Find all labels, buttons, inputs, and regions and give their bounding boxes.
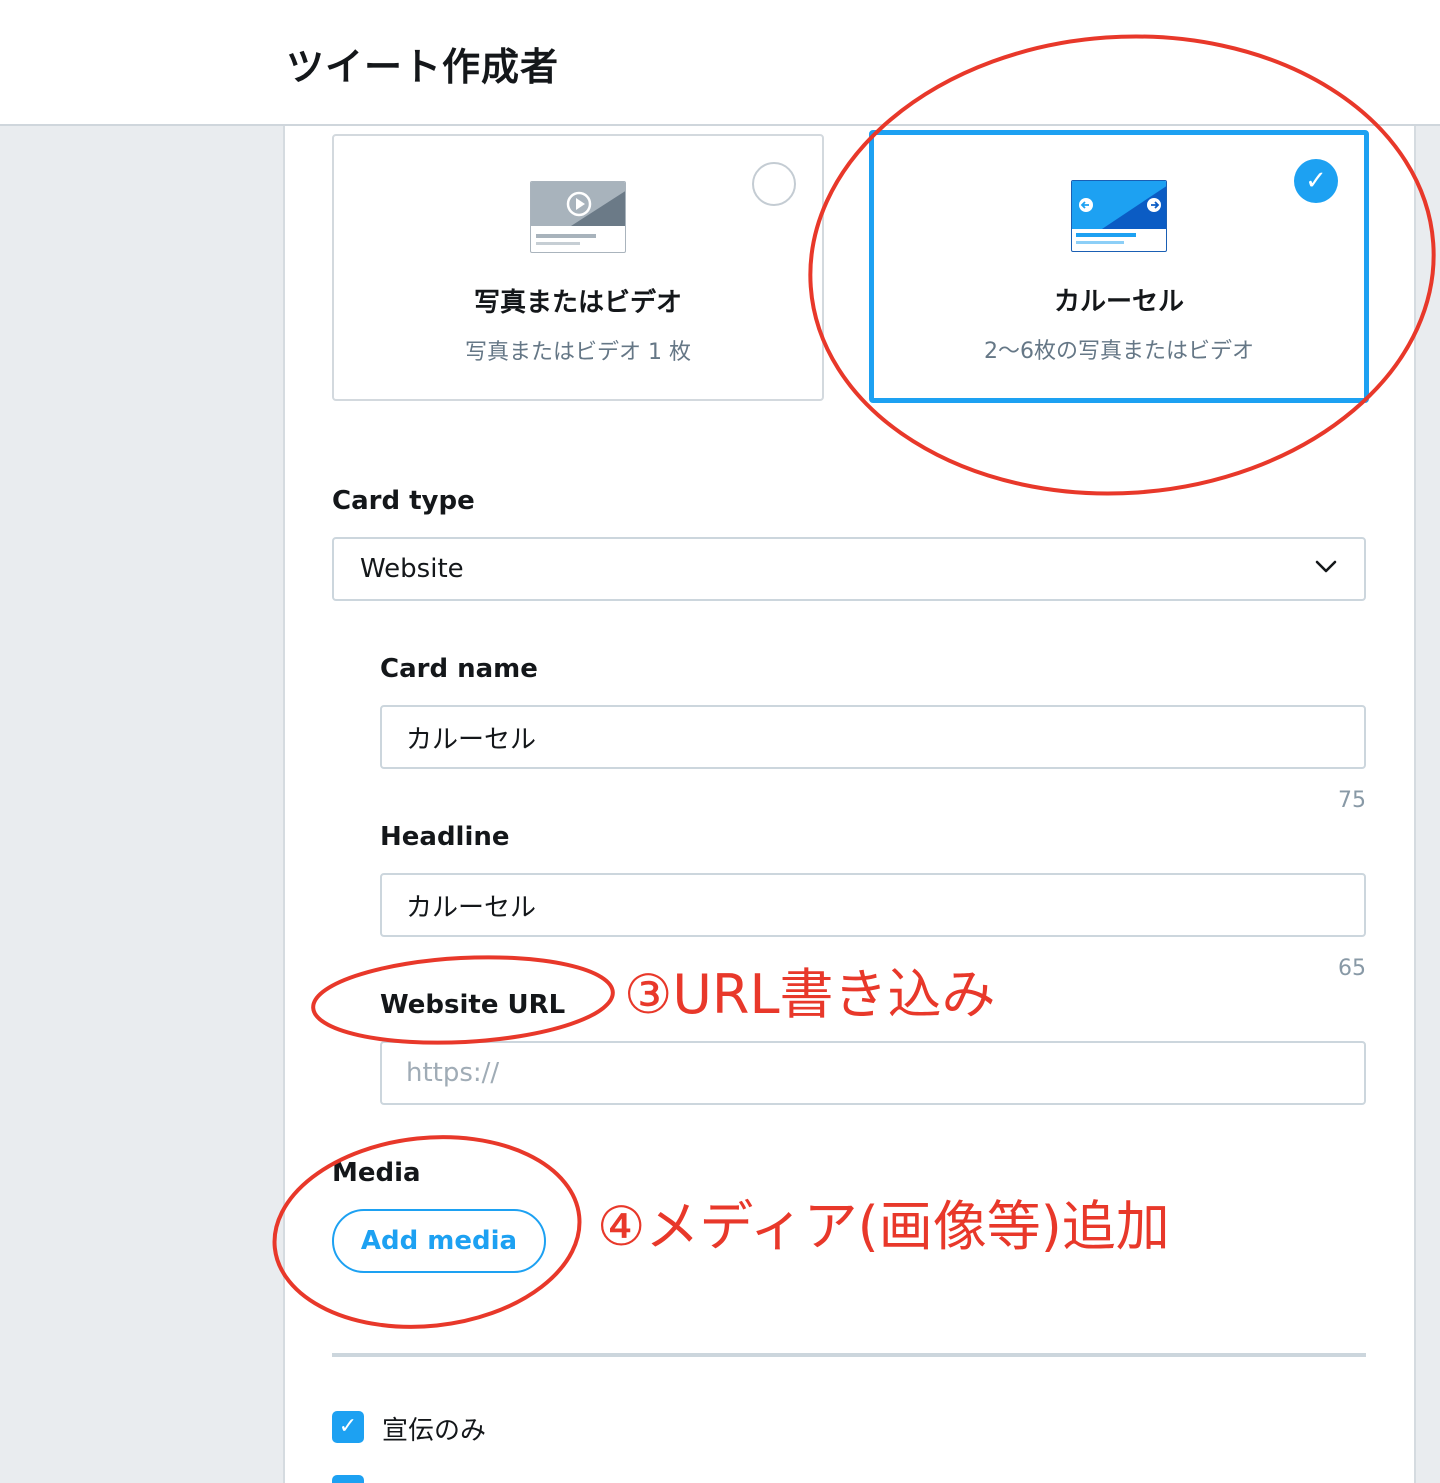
- card-name-input[interactable]: [380, 705, 1366, 769]
- next-option-checkbox[interactable]: [332, 1475, 364, 1483]
- format-subtitle: 写真またはビデオ 1 枚: [465, 340, 691, 365]
- photo-video-thumbnail-icon: [530, 181, 626, 253]
- promoted-only-label: 宣伝のみ: [382, 1416, 487, 1446]
- card-name-label: Card name: [380, 654, 538, 684]
- radio-selected-check-icon[interactable]: ✓: [1294, 159, 1338, 203]
- website-url-label: Website URL: [380, 990, 566, 1020]
- format-option-photo-video[interactable]: 写真またはビデオ 写真またはビデオ 1 枚: [332, 134, 824, 401]
- annotation-step3: ③URL書き込み: [624, 963, 996, 1026]
- chevron-down-icon: [1315, 560, 1337, 573]
- format-title: 写真またはビデオ: [473, 288, 682, 318]
- add-media-button[interactable]: Add media: [332, 1209, 546, 1273]
- headline-counter: 65: [1338, 956, 1366, 981]
- format-option-carousel[interactable]: ✓ カルーセル 2〜6枚の写真またはビデオ: [869, 130, 1369, 403]
- promoted-only-checkbox[interactable]: ✓: [332, 1411, 364, 1443]
- card-name-counter: 75: [1338, 788, 1366, 813]
- format-subtitle: 2〜6枚の写真またはビデオ: [984, 339, 1254, 364]
- carousel-thumbnail-icon: [1071, 180, 1167, 252]
- card-type-select[interactable]: Website: [332, 537, 1366, 601]
- card-type-value: Website: [360, 554, 464, 584]
- page-title: ツイート作成者: [286, 45, 560, 89]
- headline-input[interactable]: [380, 873, 1366, 937]
- media-label: Media: [332, 1158, 421, 1188]
- headline-label: Headline: [380, 822, 510, 852]
- annotation-step4: ④メディア(画像等)追加: [597, 1195, 1170, 1258]
- website-url-input[interactable]: [380, 1041, 1366, 1105]
- format-title: カルーセル: [1053, 287, 1184, 317]
- divider: [332, 1353, 1366, 1357]
- card-type-label: Card type: [332, 486, 475, 516]
- header: ツイート作成者: [0, 0, 1440, 126]
- radio-unselected[interactable]: [752, 162, 796, 206]
